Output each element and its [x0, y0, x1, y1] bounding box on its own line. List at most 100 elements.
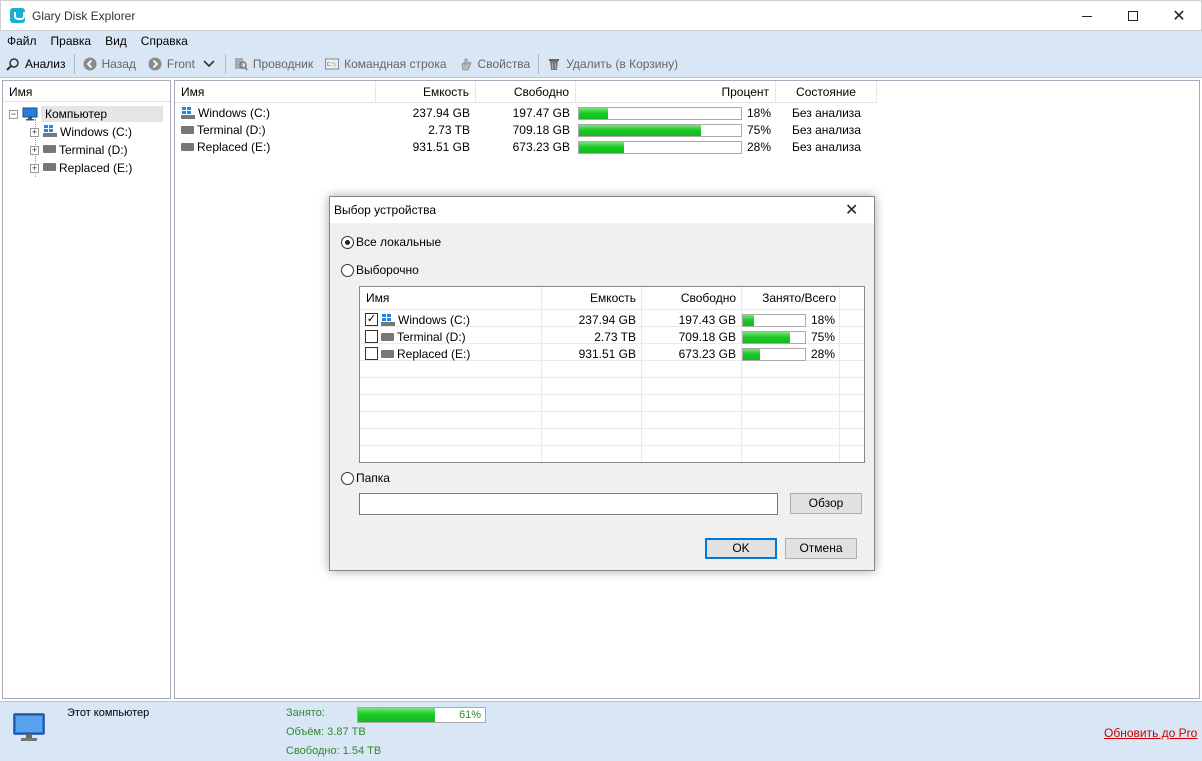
dialog-column-capacity[interactable]: Емкость — [542, 287, 636, 309]
expand-icon[interactable]: + — [30, 145, 39, 155]
delete-button[interactable]: Удалить (в Корзину) — [541, 53, 684, 75]
title-bar: Glary Disk Explorer ✕ — [0, 0, 1202, 31]
command-line-label: Командная строка — [344, 57, 447, 71]
forward-label: Front — [166, 57, 195, 71]
radio-all-local[interactable]: Все локальные — [341, 235, 441, 249]
menu-edit[interactable]: Правка — [51, 34, 92, 48]
column-capacity[interactable]: Емкость — [376, 81, 476, 103]
drive-row[interactable]: Replaced (E:) 931.51 GB 673.23 GB 28% Бе… — [175, 139, 877, 156]
browse-button[interactable]: Обзор — [790, 493, 862, 514]
explorer-button[interactable]: Проводник — [228, 53, 319, 75]
radio-all-local-label: Все локальные — [356, 235, 442, 249]
expand-icon[interactable]: + — [30, 127, 39, 137]
drive-name-cell: Windows (C:) — [181, 105, 371, 122]
column-name[interactable]: Имя — [175, 81, 376, 103]
maximize-button[interactable] — [1110, 1, 1156, 31]
hard-drive-icon — [381, 349, 394, 358]
tree-item-drive-c[interactable]: + Windows (C:) — [3, 123, 170, 141]
analyze-button[interactable]: Анализ — [0, 53, 72, 75]
delete-label: Удалить (в Корзину) — [566, 57, 679, 71]
total-usage-bar: 61% — [357, 707, 486, 723]
tree-item-drive-d[interactable]: + Terminal (D:) — [3, 141, 170, 159]
drive-state: Без анализа — [792, 140, 861, 154]
drive-percent: 28% — [746, 140, 771, 154]
device-usage-bar — [742, 348, 806, 361]
ok-button[interactable]: OK — [705, 538, 777, 559]
device-capacity: 931.51 GB — [578, 347, 636, 361]
column-free[interactable]: Свободно — [476, 81, 576, 103]
radio-custom-label: Выборочно — [356, 263, 419, 277]
radio-selected-icon — [341, 235, 354, 249]
drive-state: Без анализа — [792, 123, 861, 137]
dialog-column-used-total[interactable]: Занято/Всего — [742, 287, 836, 309]
device-name: Terminal (D:) — [397, 330, 466, 344]
forward-button[interactable]: Front — [142, 53, 201, 75]
drive-name-cell: Terminal (D:) — [181, 122, 371, 139]
toolbar: Анализ Назад Front Проводник C:\ Командн… — [0, 51, 1202, 78]
back-label: Назад — [101, 57, 136, 71]
chevron-down-icon — [203, 57, 215, 71]
device-checkbox[interactable] — [365, 347, 378, 360]
device-row[interactable]: ✓ Windows (C:) 237.94 GB 197.43 GB 18% — [360, 312, 864, 329]
tree-panel: Имя − Компьютер + Windows (C:) + Termina… — [2, 80, 171, 699]
close-icon: ✕ — [1172, 8, 1186, 25]
radio-unselected-icon — [341, 263, 354, 277]
analyze-label: Анализ — [25, 57, 66, 71]
minimize-button[interactable] — [1064, 1, 1110, 31]
radio-folder[interactable]: Папка — [341, 471, 390, 485]
minimize-icon — [1082, 15, 1092, 17]
device-percent: 18% — [810, 313, 835, 327]
row-line — [360, 377, 864, 378]
device-name-cell: Replaced (E:) — [381, 346, 541, 363]
device-row[interactable]: Terminal (D:) 2.73 TB 709.18 GB 75% — [360, 329, 864, 346]
tree-item-computer[interactable]: − Компьютер — [3, 105, 170, 123]
tree-item-drive-e[interactable]: + Replaced (E:) — [3, 159, 170, 177]
forward-dropdown[interactable] — [201, 53, 223, 75]
free-label: Свободно: 1.54 TB — [286, 745, 382, 757]
column-percent[interactable]: Процент — [576, 81, 776, 103]
row-line — [360, 309, 864, 310]
collapse-icon[interactable]: − — [9, 109, 18, 119]
back-button[interactable]: Назад — [77, 53, 142, 75]
app-icon — [10, 8, 25, 23]
device-usage-bar — [742, 331, 806, 344]
folder-path-input[interactable] — [359, 493, 778, 515]
device-capacity: 2.73 TB — [594, 330, 636, 344]
column-state[interactable]: Состояние — [776, 81, 877, 103]
cancel-button[interactable]: Отмена — [785, 538, 857, 559]
status-bar: Этот компьютер Занято: 61% Объём: 3.87 T… — [0, 701, 1202, 761]
expand-icon[interactable]: + — [30, 163, 39, 173]
used-label: Занято: — [286, 707, 325, 719]
computer-icon — [22, 107, 38, 121]
properties-button[interactable]: Свойства — [453, 53, 537, 75]
drive-capacity: 931.51 GB — [412, 140, 470, 154]
menu-help[interactable]: Справка — [141, 34, 188, 48]
dialog-title-bar: Выбор устройства ✕ — [330, 197, 874, 223]
drive-percent: 75% — [746, 123, 771, 137]
drive-free: 709.18 GB — [512, 123, 570, 137]
drive-row[interactable]: Terminal (D:) 2.73 TB 709.18 GB 75% Без … — [175, 122, 877, 139]
device-row[interactable]: Replaced (E:) 931.51 GB 673.23 GB 28% — [360, 346, 864, 363]
dialog-close-icon[interactable]: ✕ — [845, 200, 858, 220]
drive-row[interactable]: Windows (C:) 237.94 GB 197.47 GB 18% Без… — [175, 105, 877, 122]
drive-free: 673.23 GB — [512, 140, 570, 154]
device-checkbox[interactable] — [365, 330, 378, 343]
menu-view[interactable]: Вид — [105, 34, 127, 48]
drive-usage-bar — [578, 107, 742, 120]
drive-name-cell: Replaced (E:) — [181, 139, 371, 156]
command-line-button[interactable]: C:\ Командная строка — [319, 53, 452, 75]
dialog-column-name[interactable]: Имя — [366, 287, 536, 309]
device-checkbox[interactable]: ✓ — [365, 313, 378, 326]
device-usage-bar — [742, 314, 806, 327]
hard-drive-icon — [181, 142, 194, 151]
close-button[interactable]: ✕ — [1156, 1, 1202, 31]
tree-label-drive: Windows (C:) — [60, 125, 133, 139]
windows-drive-icon — [181, 106, 195, 119]
menu-file[interactable]: Файл — [7, 34, 37, 48]
radio-custom[interactable]: Выборочно — [341, 263, 419, 277]
upgrade-link[interactable]: Обновить до Pro — [1104, 726, 1197, 740]
radio-folder-label: Папка — [356, 471, 390, 485]
device-list: Имя Емкость Свободно Занято/Всего ✓ Wind… — [359, 286, 865, 463]
dialog-column-free[interactable]: Свободно — [642, 287, 736, 309]
device-free: 709.18 GB — [678, 330, 736, 344]
